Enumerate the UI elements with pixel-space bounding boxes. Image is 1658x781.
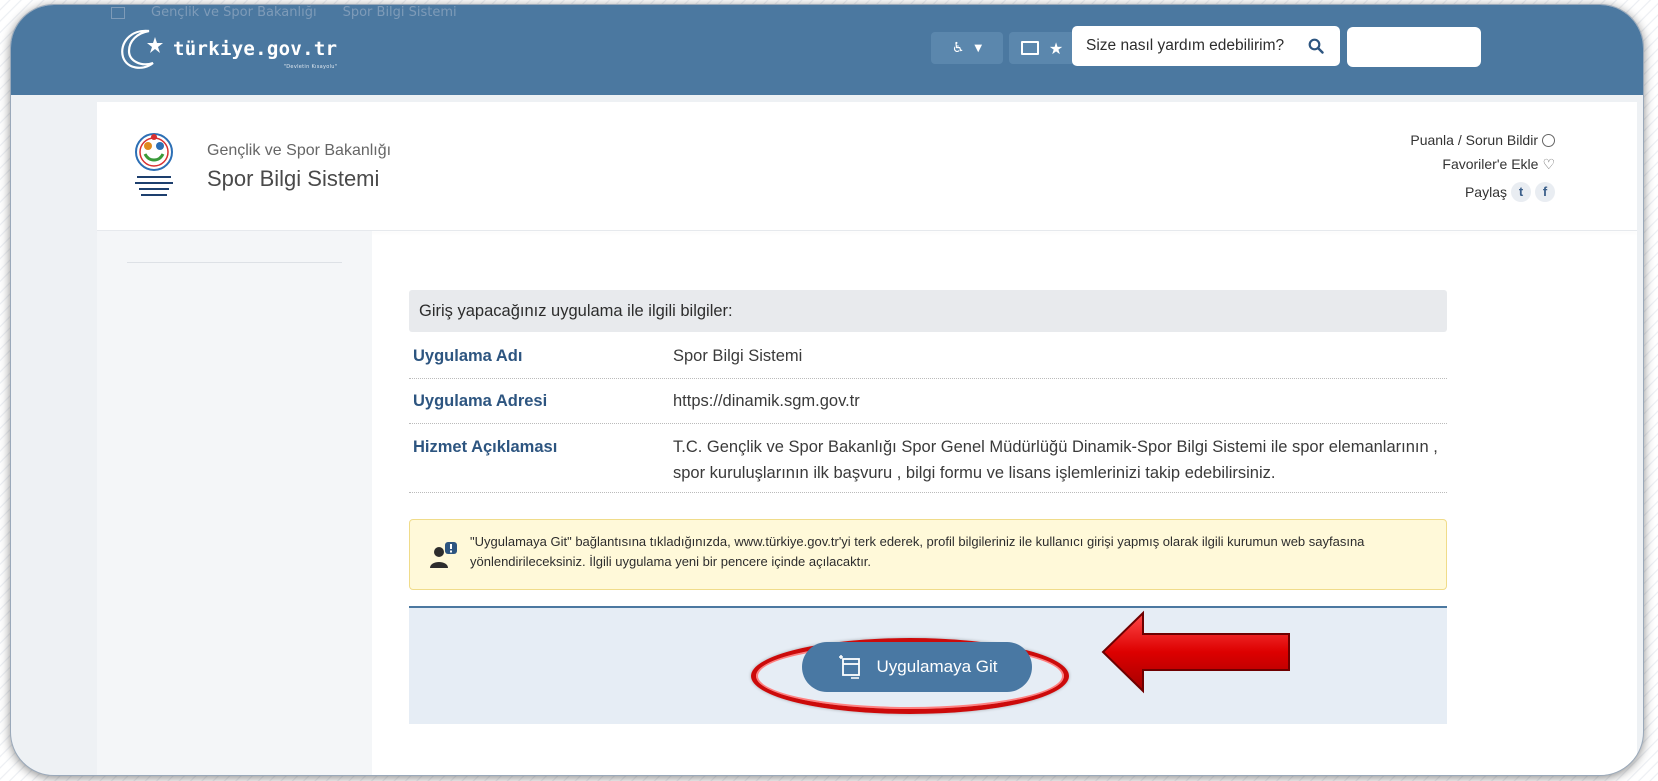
page-actions: Puanla / Sorun Bildir Favoriler'e Ekle ♡ … <box>1410 128 1555 204</box>
caret-down-icon: ▼ <box>974 42 983 54</box>
side-divider <box>127 262 342 263</box>
notice-text: "Uygulamaya Git" bağlantısına tıkladığın… <box>470 534 1365 569</box>
go-button-label: Uygulamaya Git <box>876 657 998 676</box>
open-window-icon <box>838 655 860 679</box>
go-to-application-button[interactable]: Uygulamaya Git <box>802 642 1032 692</box>
facebook-icon[interactable]: f <box>1535 182 1555 202</box>
search-input[interactable] <box>1084 36 1306 56</box>
home-icon[interactable] <box>111 6 125 19</box>
info-heading: Giriş yapacağınız uygulama ile ilgili bi… <box>409 290 1447 332</box>
site-logo[interactable]: türkiye.gov.tr "Devletin Kısayolu" <box>119 27 337 71</box>
info-row: Uygulama Adresi https://dinamik.sgm.gov.… <box>409 379 1447 424</box>
institution-name: Gençlik ve Spor Bakanlığı <box>207 142 392 159</box>
favorite-link[interactable]: Favoriler'e Ekle ♡ <box>1410 152 1555 176</box>
main-panel: Gençlik ve Spor Bakanlığı Spor Bilgi Sis… <box>97 102 1637 775</box>
info-row: Hizmet Açıklaması T.C. Gençlik ve Spor B… <box>409 424 1447 493</box>
browser-frame: Gençlik ve Spor Bakanlığı Spor Bilgi Sis… <box>10 4 1644 776</box>
info-label: Hizmet Açıklaması <box>413 438 558 456</box>
favorite-label: Favoriler'e Ekle <box>1442 156 1539 172</box>
breadcrumb: Gençlik ve Spor Bakanlığı Spor Bilgi Sis… <box>111 5 457 20</box>
info-value: Spor Bilgi Sistemi <box>673 347 803 365</box>
side-column <box>97 231 372 775</box>
rate-label: Puanla / Sorun Bildir <box>1410 132 1538 148</box>
id-card-icon <box>1020 41 1039 55</box>
breadcrumb-item[interactable]: Gençlik ve Spor Bakanlığı <box>151 5 317 20</box>
ministry-logo-icon <box>135 133 173 196</box>
logo-tagline: "Devletin Kısayolu" <box>283 64 338 70</box>
red-arrow-icon <box>1101 610 1290 694</box>
app-info: Giriş yapacağınız uygulama ile ilgili bi… <box>409 290 1447 493</box>
info-row: Uygulama Adı Spor Bilgi Sistemi <box>409 332 1447 379</box>
breadcrumb-item[interactable]: Spor Bilgi Sistemi <box>343 5 457 20</box>
share-row: Paylaş t f <box>1410 180 1555 204</box>
top-bar: Gençlik ve Spor Bakanlığı Spor Bilgi Sis… <box>11 5 1643 95</box>
info-label: Uygulama Adresi <box>413 392 548 410</box>
rate-link[interactable]: Puanla / Sorun Bildir <box>1410 128 1555 152</box>
star-icon: ★ <box>1048 38 1064 58</box>
service-title: Spor Bilgi Sistemi <box>207 166 380 191</box>
redirect-notice: "Uygulamaya Git" bağlantısına tıkladığın… <box>409 519 1447 590</box>
info-value: T.C. Gençlik ve Spor Bakanlığı Spor Gene… <box>673 438 1438 482</box>
info-label: Uygulama Adı <box>413 347 523 365</box>
search-icon[interactable] <box>1308 38 1324 54</box>
accessibility-menu-button[interactable]: ♿ ▼ <box>931 32 1003 64</box>
info-value: https://dinamik.sgm.gov.tr <box>673 392 860 410</box>
share-label: Paylaş <box>1464 184 1507 200</box>
user-alert-icon <box>430 542 457 568</box>
logo-wordmark: türkiye.gov.tr <box>173 38 338 60</box>
search-box <box>1072 26 1340 66</box>
heart-icon: ♡ <box>1542 156 1555 172</box>
accessibility-icon: ♿ <box>951 40 965 56</box>
logo-text: türkiye.gov.tr "Devletin Kısayolu" <box>173 38 338 70</box>
id-favorites-button[interactable]: ★ <box>1009 32 1075 64</box>
crescent-star-icon <box>121 29 163 69</box>
twitter-icon[interactable]: t <box>1511 182 1531 202</box>
login-button[interactable] <box>1347 27 1481 67</box>
comment-icon <box>1542 133 1555 147</box>
